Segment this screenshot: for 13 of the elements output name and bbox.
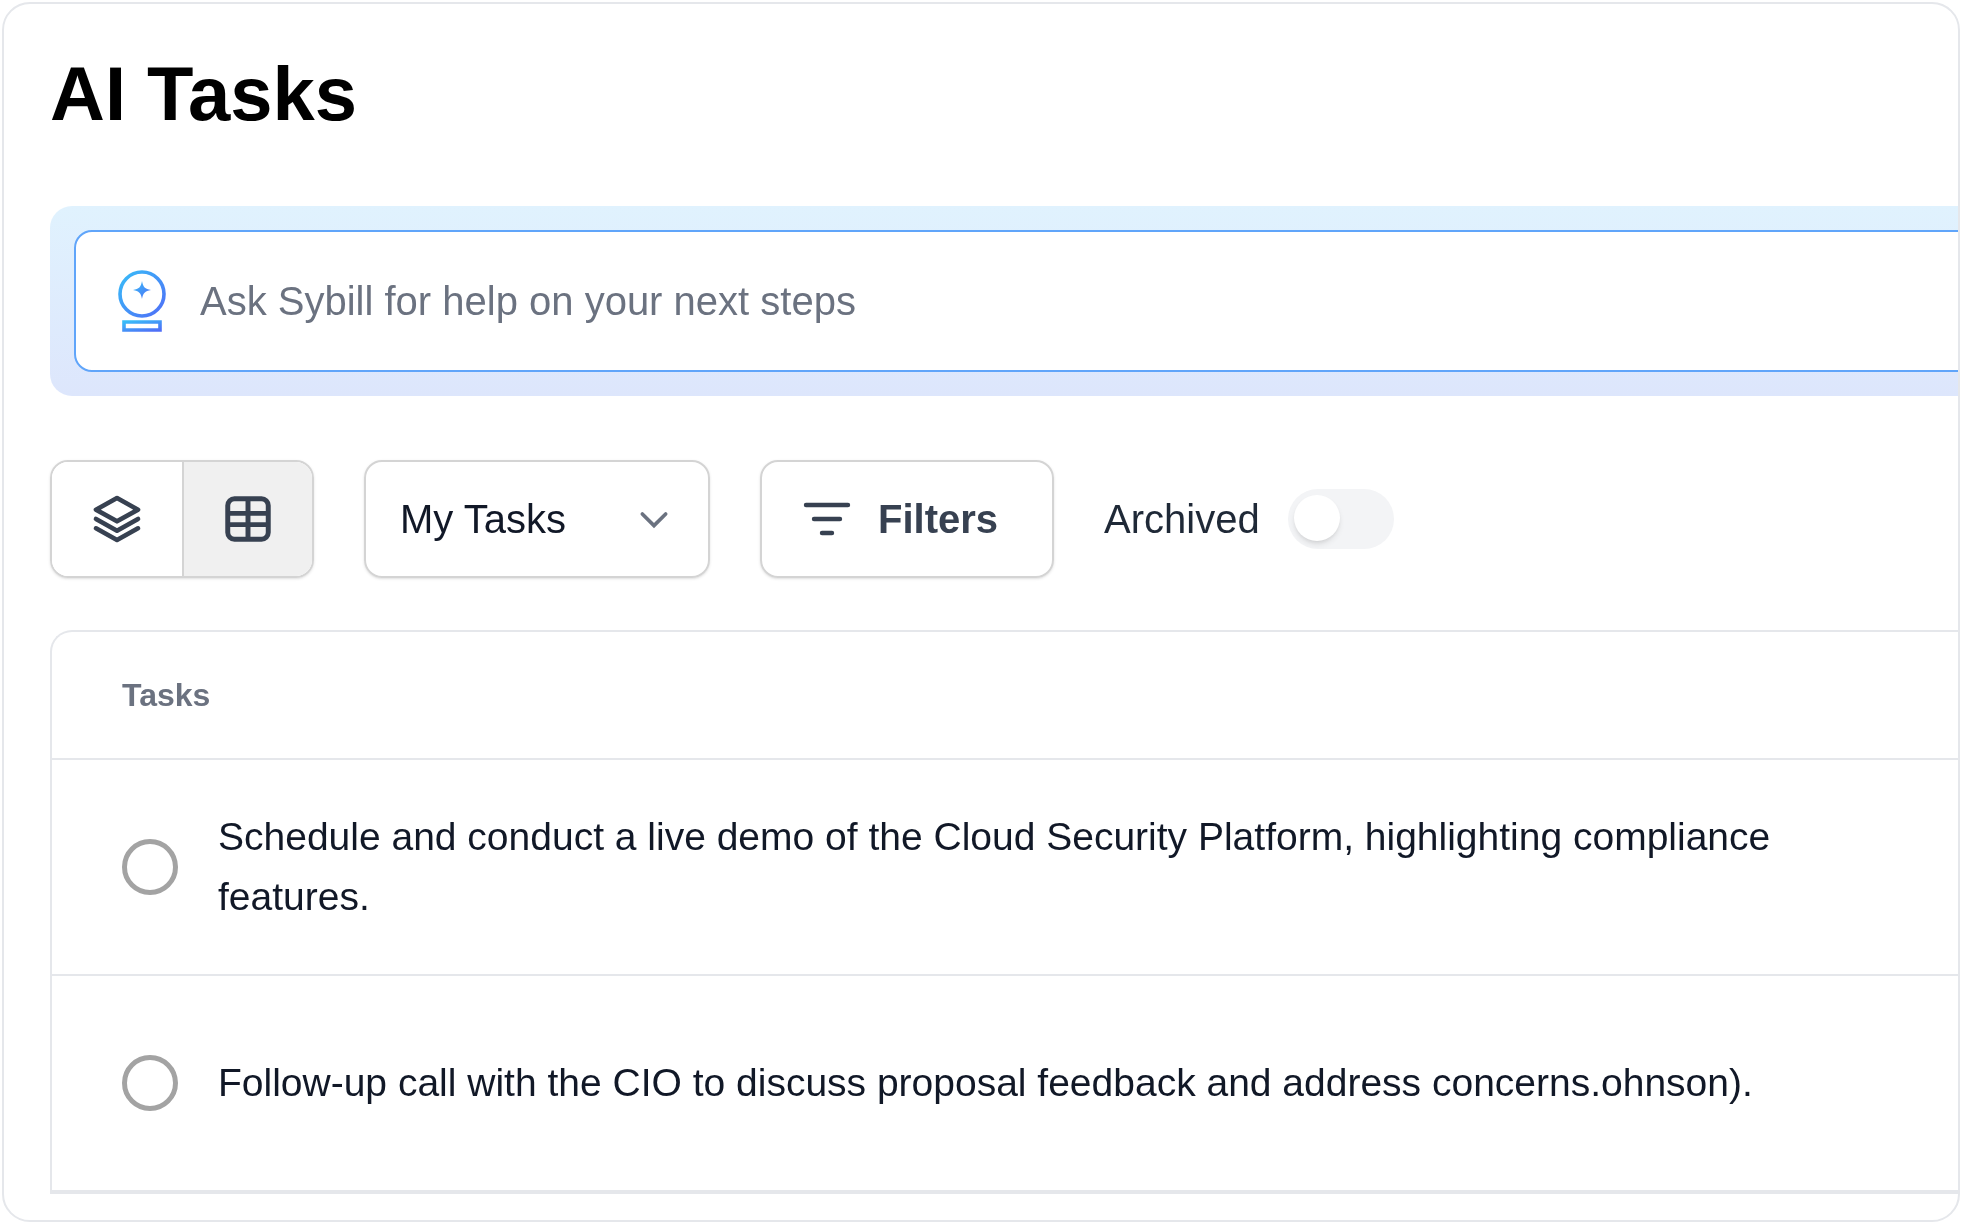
task-checkbox[interactable] — [122, 1055, 178, 1111]
task-checkbox[interactable] — [122, 839, 178, 895]
filters-button[interactable]: Filters — [760, 460, 1054, 578]
column-header: Tasks — [122, 676, 211, 715]
page-title: AI Tasks — [50, 56, 358, 138]
task-text: Schedule and conduct a live demo of the Cloud Security Platform, highlighting compliance features. — [218, 814, 1772, 920]
scope-dropdown[interactable]: My Tasks — [364, 460, 710, 578]
ask-input[interactable]: Ask Sybill for help on your next steps — [200, 271, 1958, 331]
ask-field[interactable]: Ask Sybill for help on your next steps — [74, 230, 1958, 372]
view-button[interactable] — [182, 462, 312, 576]
archived-label: Archived — [1104, 496, 1260, 543]
view-button[interactable] — [52, 462, 182, 576]
task-text: Follow-up call with the CIO to discuss proposal feedback and address concerns.ohnson). — [218, 1060, 1754, 1106]
